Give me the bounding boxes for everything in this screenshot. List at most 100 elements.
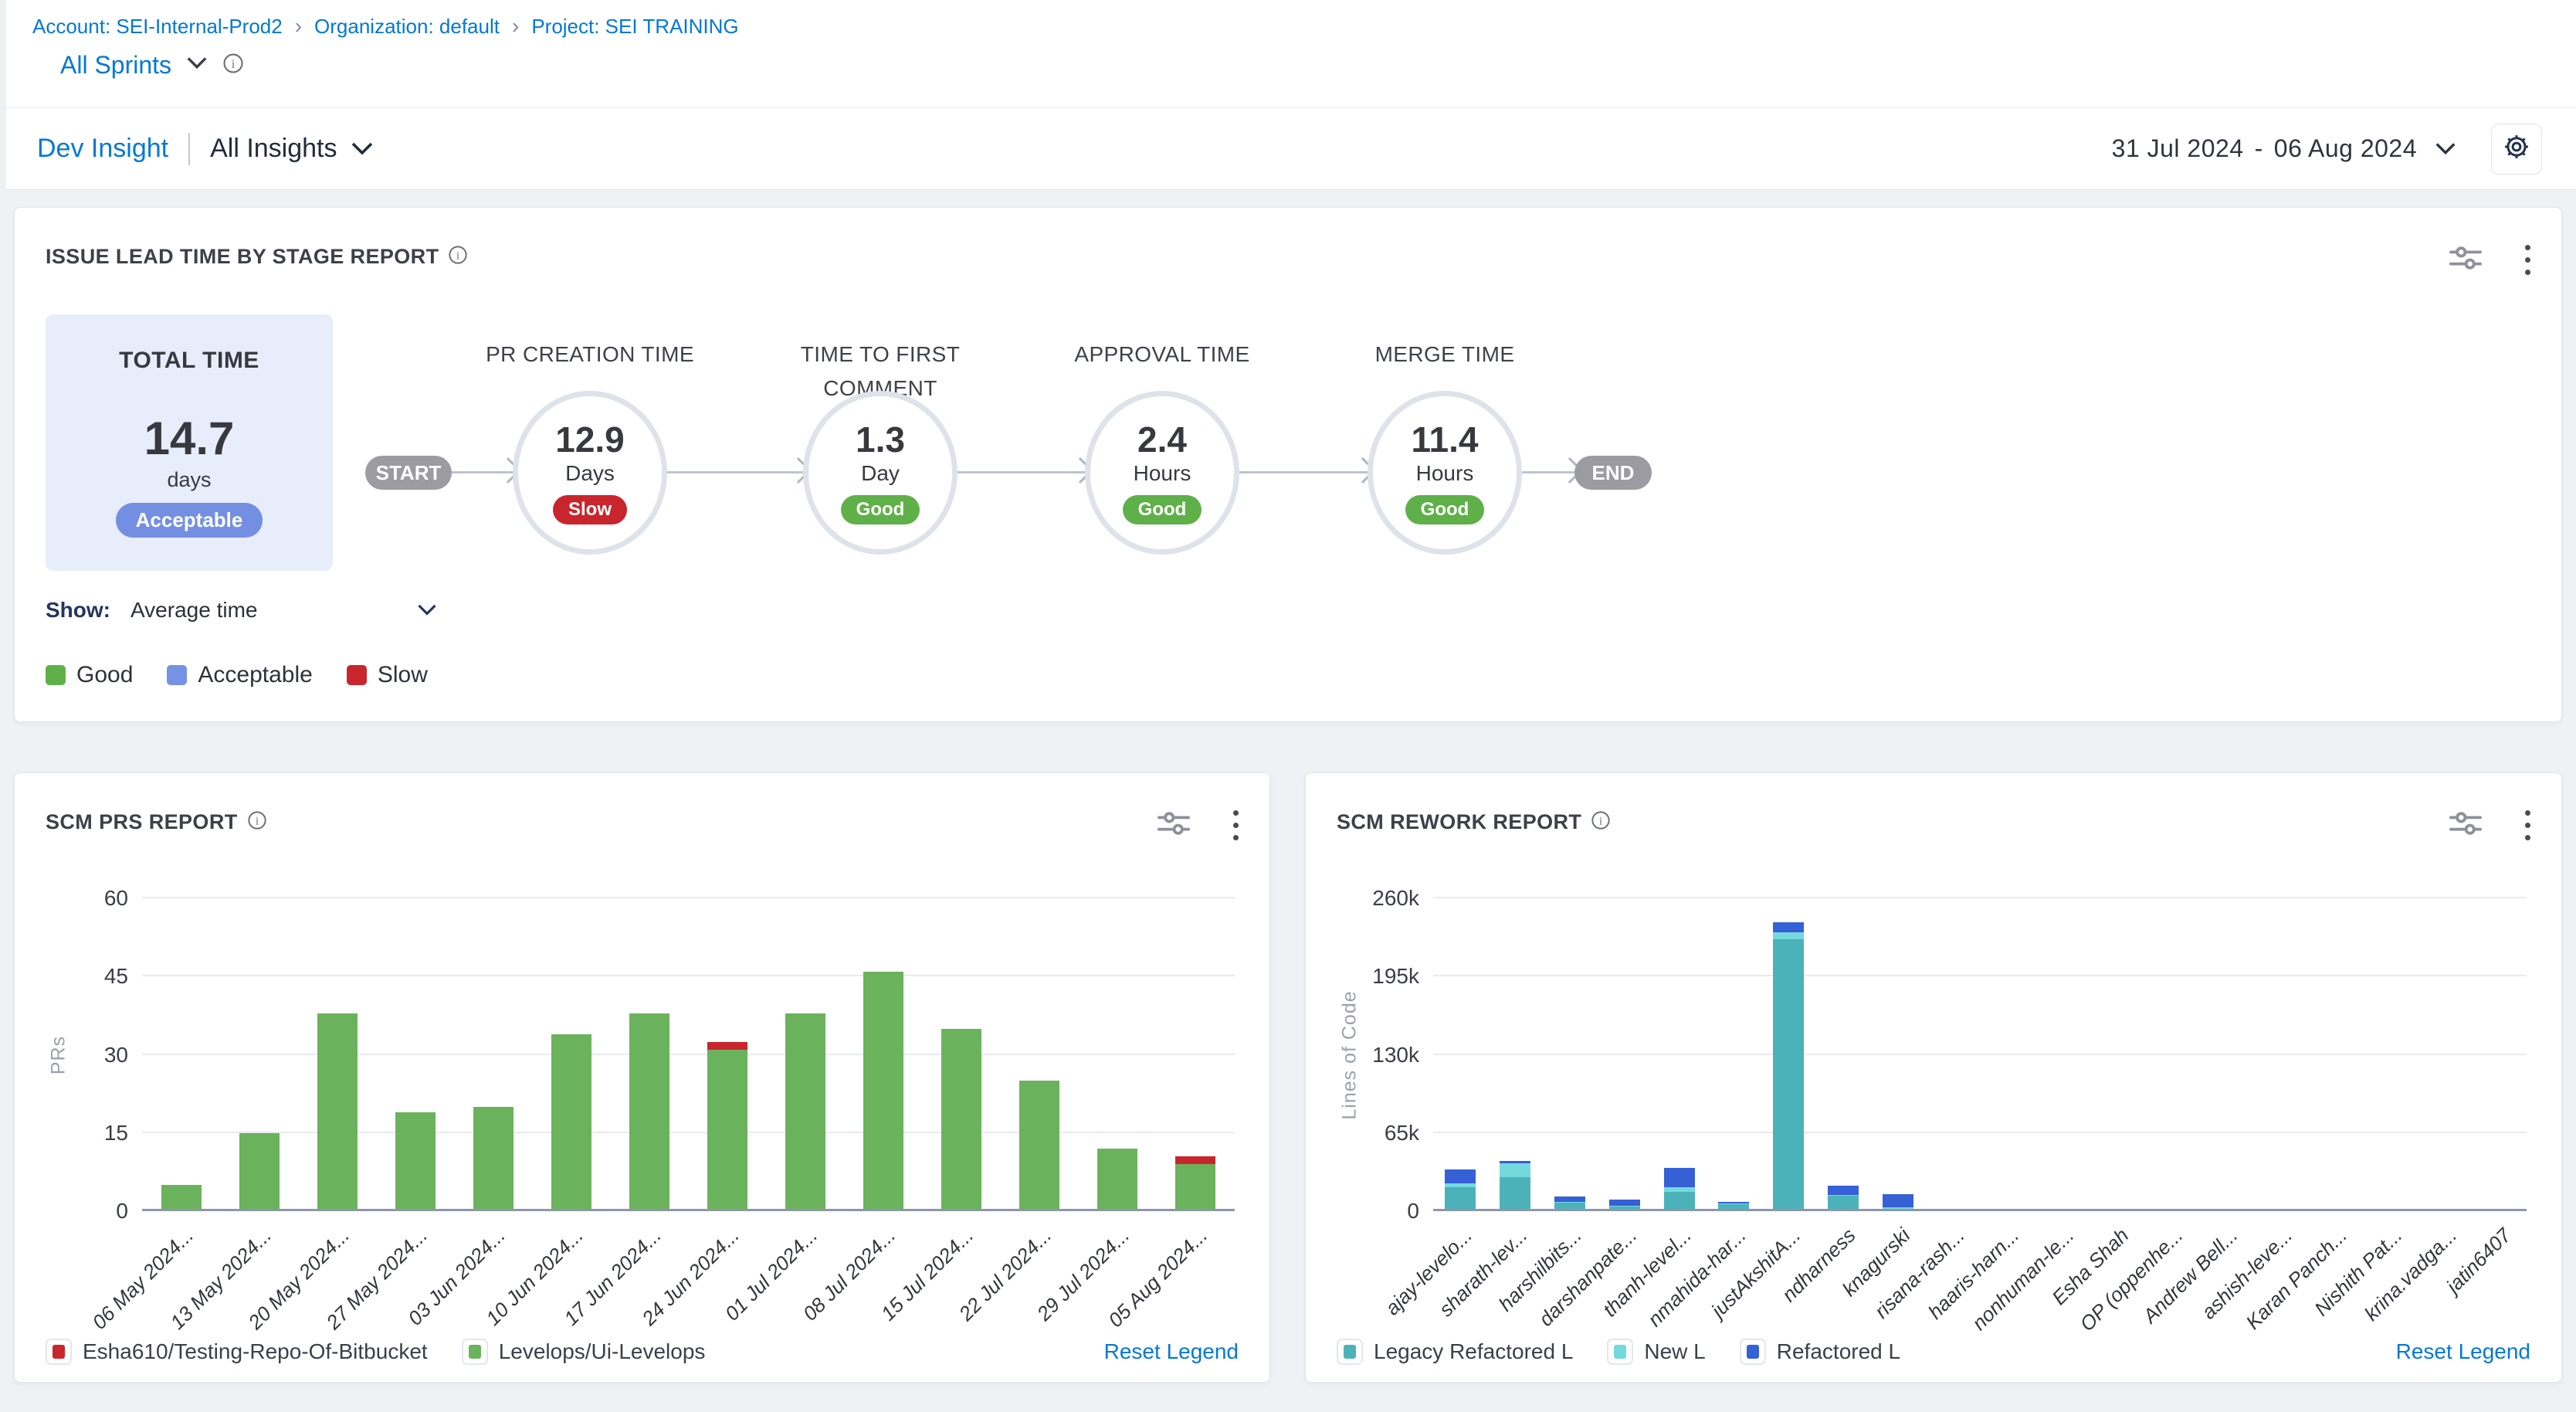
bar-segment[interactable] <box>941 1029 981 1211</box>
bar-column[interactable] <box>2144 898 2198 1211</box>
bar-segment[interactable] <box>1609 1200 1640 1206</box>
legend-item-good[interactable]: Good <box>46 662 133 688</box>
bar-column[interactable] <box>1543 898 1598 1211</box>
legend-item-slow[interactable]: Slow <box>347 662 428 688</box>
legend-item-repo-bitbucket[interactable]: Esha610/Testing-Repo-Of-Bitbucket <box>46 1339 428 1365</box>
bar-segment[interactable] <box>707 1042 747 1050</box>
bar-column[interactable] <box>298 898 376 1211</box>
date-range-picker[interactable]: 31 Jul 2024 - 06 Aug 2024 <box>2112 134 2457 163</box>
insights-dropdown-label[interactable]: All Insights <box>210 134 337 164</box>
breadcrumb-organization[interactable]: Organization: default <box>314 15 500 39</box>
bar-segment[interactable] <box>629 1013 669 1212</box>
bar-segment[interactable] <box>1773 932 1804 939</box>
bar-column[interactable] <box>1761 898 1816 1211</box>
stage-pr-creation-time[interactable]: 12.9 Days Slow <box>513 391 667 555</box>
settings-button[interactable] <box>2491 124 2542 175</box>
bar-column[interactable] <box>1001 898 1079 1211</box>
bar-column[interactable] <box>454 898 532 1211</box>
kebab-menu-icon[interactable] <box>2522 807 2534 843</box>
bar-segment[interactable] <box>785 1013 825 1212</box>
bar-segment[interactable] <box>317 1013 358 1212</box>
reset-legend-link[interactable]: Reset Legend <box>1104 1339 1239 1364</box>
bar-segment[interactable] <box>1883 1194 1913 1207</box>
bar-column[interactable] <box>142 898 220 1211</box>
reset-legend-link[interactable]: Reset Legend <box>2396 1339 2530 1364</box>
legend-item-legacy-refactored[interactable]: Legacy Refactored L <box>1337 1339 1573 1365</box>
bar-segment[interactable] <box>1445 1187 1476 1211</box>
bar-column[interactable] <box>2308 898 2363 1211</box>
bar-column[interactable] <box>1816 898 1871 1211</box>
stage-merge-time[interactable]: 11.4 Hours Good <box>1368 391 1522 555</box>
chevron-down-icon[interactable] <box>416 598 438 623</box>
bar-segment[interactable] <box>1500 1177 1530 1211</box>
bar-column[interactable] <box>1079 898 1157 1211</box>
bar-segment[interactable] <box>1175 1164 1215 1211</box>
breadcrumb-account[interactable]: Account: SEI-Internal-Prod2 <box>32 15 283 39</box>
legend-item-new[interactable]: New L <box>1607 1339 1705 1365</box>
stage-approval-time[interactable]: 2.4 Hours Good <box>1085 391 1239 555</box>
bar-segment[interactable] <box>1773 939 1804 1211</box>
bar-column[interactable] <box>845 898 923 1211</box>
legend-label: Levelops/Ui-Levelops <box>499 1339 706 1364</box>
bar-segment[interactable] <box>395 1112 436 1211</box>
bar-segment[interactable] <box>1773 922 1804 932</box>
bar-column[interactable] <box>1707 898 1761 1211</box>
info-icon[interactable]: i <box>222 53 244 78</box>
legend-item-ui-levelops[interactable]: Levelops/Ui-Levelops <box>462 1339 706 1365</box>
bar-segment[interactable] <box>1828 1186 1859 1195</box>
chevron-down-icon[interactable] <box>185 56 208 75</box>
filter-sliders-icon[interactable] <box>2449 810 2482 841</box>
bar-segment[interactable] <box>863 972 903 1211</box>
breadcrumb-project[interactable]: Project: SEI TRAINING <box>531 15 738 39</box>
insight-name[interactable]: Dev Insight <box>37 134 168 164</box>
bar-segment[interactable] <box>1175 1156 1215 1164</box>
bar-segment[interactable] <box>1097 1149 1137 1211</box>
bar-column[interactable] <box>2035 898 2090 1211</box>
bar-column[interactable] <box>1925 898 1980 1211</box>
bar-column[interactable] <box>1597 898 1652 1211</box>
show-dropdown[interactable]: Show: Average time <box>46 598 438 623</box>
show-value[interactable]: Average time <box>130 598 257 623</box>
legend-item-acceptable[interactable]: Acceptable <box>167 662 312 688</box>
info-icon[interactable]: i <box>448 245 468 269</box>
filter-sliders-icon[interactable] <box>2449 244 2482 276</box>
bar-segment[interactable] <box>1019 1081 1059 1211</box>
bar-segment[interactable] <box>161 1185 202 1211</box>
bar-column[interactable] <box>1980 898 2035 1211</box>
bar-column[interactable] <box>767 898 845 1211</box>
bar-segment[interactable] <box>1664 1168 1695 1187</box>
bar-column[interactable] <box>376 898 454 1211</box>
bar-column[interactable] <box>1652 898 1707 1211</box>
sprint-selector[interactable]: All Sprints i <box>60 51 244 80</box>
bar-column[interactable] <box>2253 898 2308 1211</box>
bar-column[interactable] <box>2472 898 2527 1211</box>
bar-column[interactable] <box>2363 898 2418 1211</box>
bar-column[interactable] <box>1433 898 1488 1211</box>
bar-column[interactable] <box>532 898 610 1211</box>
bar-column[interactable] <box>689 898 767 1211</box>
bar-column[interactable] <box>220 898 298 1211</box>
bar-segment[interactable] <box>1445 1169 1476 1184</box>
sprint-selector-label[interactable]: All Sprints <box>60 51 171 80</box>
bar-column[interactable] <box>923 898 1001 1211</box>
bar-segment[interactable] <box>1500 1163 1530 1178</box>
bar-column[interactable] <box>1157 898 1235 1211</box>
bar-segment[interactable] <box>707 1050 747 1211</box>
insights-dropdown[interactable]: All Insights <box>210 134 374 164</box>
info-icon[interactable]: i <box>247 810 267 834</box>
kebab-menu-icon[interactable] <box>1230 807 1242 843</box>
bar-column[interactable] <box>2417 898 2472 1211</box>
bar-segment[interactable] <box>551 1034 591 1212</box>
bar-column[interactable] <box>2198 898 2253 1211</box>
bar-column[interactable] <box>1488 898 1543 1211</box>
bar-column[interactable] <box>610 898 688 1211</box>
bar-segment[interactable] <box>239 1133 280 1211</box>
legend-item-refactored[interactable]: Refactored L <box>1740 1339 1900 1365</box>
bar-segment[interactable] <box>473 1107 514 1211</box>
bar-column[interactable] <box>2090 898 2144 1211</box>
kebab-menu-icon[interactable] <box>2522 242 2534 278</box>
stage-time-to-first-comment[interactable]: 1.3 Day Good <box>803 391 958 555</box>
filter-sliders-icon[interactable] <box>1158 810 1190 841</box>
info-icon[interactable]: i <box>1591 810 1611 834</box>
bar-column[interactable] <box>1870 898 1925 1211</box>
